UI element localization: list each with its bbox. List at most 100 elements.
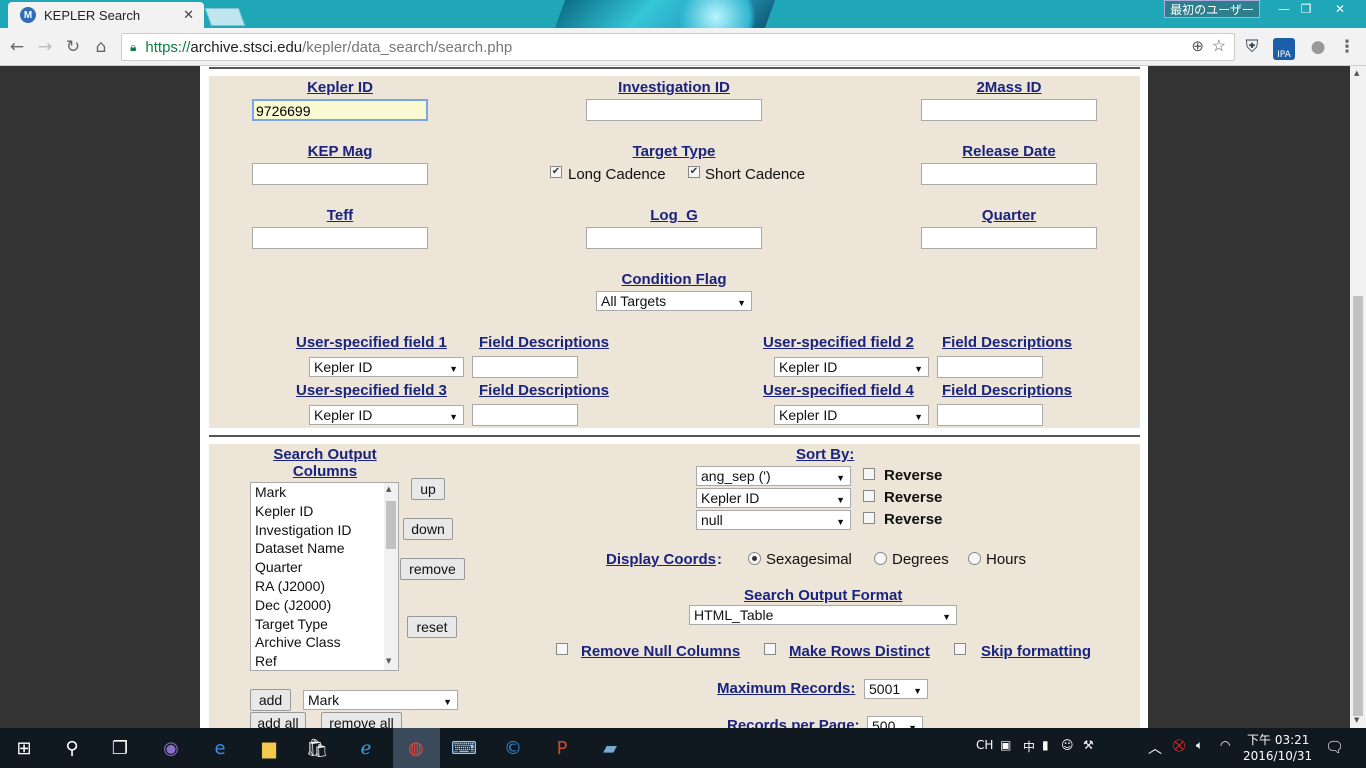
browser-tab[interactable]: M KEPLER Search ✕ <box>8 2 204 28</box>
condition-flag-label[interactable]: Condition Flag <box>586 271 762 288</box>
profile-button[interactable]: 最初のユーザー <box>1164 0 1260 18</box>
max-records-label[interactable]: Maximum Records: <box>717 680 855 697</box>
user-field-2-select[interactable]: Kepler ID <box>774 357 929 378</box>
task-view-icon[interactable]: ❐ <box>108 736 132 760</box>
reset-button[interactable]: reset <box>407 616 457 638</box>
chrome-icon[interactable]: ◍ <box>404 736 428 760</box>
kepler-id-label[interactable]: Kepler ID <box>252 79 428 96</box>
extension-icon[interactable]: ● <box>1308 37 1328 57</box>
output-column-option[interactable]: Kepler ID <box>251 502 398 521</box>
quarter-input[interactable] <box>921 227 1097 249</box>
edge-icon[interactable]: e <box>208 736 232 760</box>
back-icon[interactable]: ← <box>7 37 27 57</box>
clock-date[interactable]: 2016/10/31 <box>1243 749 1312 763</box>
kepler-id-input[interactable]: 9726699 <box>252 99 428 121</box>
output-column-option[interactable]: Quarter <box>251 558 398 577</box>
tray-expand-icon[interactable]: ︿ <box>1148 738 1162 758</box>
kep-mag-label[interactable]: KEP Mag <box>252 143 428 160</box>
distinct-checkbox[interactable] <box>764 643 776 655</box>
log-g-label[interactable]: Log_G <box>586 207 762 224</box>
ime-half-width-icon[interactable]: ▮ <box>1042 738 1049 752</box>
antivirus-icon[interactable]: ⛒ <box>1173 738 1185 753</box>
ime-tools-icon[interactable]: ⚒ <box>1083 738 1094 752</box>
address-bar[interactable]: 🔒︎ https:// archive.stsci.edu /kepler/da… <box>121 33 1235 61</box>
skip-format-label[interactable]: Skip formatting <box>981 643 1091 660</box>
output-column-option[interactable]: Dec (J2000) <box>251 596 398 615</box>
ime-lang-indicator[interactable]: 中 <box>1023 738 1035 755</box>
store-icon[interactable]: 🛍︎ <box>305 736 329 760</box>
remove-null-label[interactable]: Remove Null Columns <box>581 643 740 660</box>
search-output-columns-label[interactable]: Search Output Columns <box>250 446 400 480</box>
reverse-checkbox-2[interactable] <box>863 490 875 502</box>
remove-button[interactable]: remove <box>400 558 465 580</box>
reverse-checkbox-3[interactable] <box>863 512 875 524</box>
field-descriptions-1-link[interactable]: Field Descriptions <box>479 334 609 351</box>
bookmark-star-icon[interactable]: ☆ <box>1212 36 1226 56</box>
sort-select-2[interactable]: Kepler ID <box>696 488 851 509</box>
search-icon[interactable]: ⚲ <box>60 736 84 760</box>
log-g-input[interactable] <box>586 227 762 249</box>
investigation-id-label[interactable]: Investigation ID <box>586 79 762 96</box>
twomass-id-label[interactable]: 2Mass ID <box>921 79 1097 96</box>
new-tab-button[interactable] <box>204 8 246 26</box>
field-descriptions-4-link[interactable]: Field Descriptions <box>942 382 1072 399</box>
page-scroll-thumb[interactable] <box>1353 296 1363 716</box>
clock-time[interactable]: 下午 03:21 <box>1247 731 1309 748</box>
field-descriptions-3-link[interactable]: Field Descriptions <box>479 382 609 399</box>
user-field-1-label[interactable]: User-specified field 1 <box>296 334 447 351</box>
add-column-select[interactable]: Mark <box>303 690 458 711</box>
forward-icon[interactable]: → <box>35 37 55 57</box>
notification-center-icon[interactable]: 🗨︎ <box>1325 738 1344 756</box>
teff-input[interactable] <box>252 227 428 249</box>
down-button[interactable]: down <box>403 518 453 540</box>
close-window-icon[interactable]: ✕ <box>1326 0 1354 18</box>
teff-label[interactable]: Teff <box>252 207 428 224</box>
output-column-option[interactable]: Mark <box>251 483 398 502</box>
condition-flag-select[interactable]: All Targets <box>596 291 752 312</box>
degrees-radio[interactable] <box>874 552 887 565</box>
sort-select-1[interactable]: ang_sep (') <box>696 466 851 487</box>
notes-app-icon[interactable]: ▰ <box>598 736 622 760</box>
ime-character-icon[interactable]: ☺ <box>1061 738 1074 752</box>
internet-explorer-icon[interactable]: ℯ <box>354 736 378 760</box>
powerpoint-icon[interactable]: P <box>550 736 574 760</box>
user-field-4-select[interactable]: Kepler ID <box>774 405 929 426</box>
sort-by-label[interactable]: Sort By: <box>796 446 854 463</box>
sexagesimal-radio[interactable] <box>748 552 761 565</box>
ipa-extension-icon[interactable]: IPA <box>1273 38 1295 60</box>
output-column-option[interactable]: Archive Class <box>251 633 398 652</box>
user-field-1-select[interactable]: Kepler ID <box>309 357 464 378</box>
output-format-label[interactable]: Search Output Format <box>744 587 902 604</box>
distinct-label[interactable]: Make Rows Distinct <box>789 643 930 660</box>
remove-all-button[interactable]: remove all <box>321 712 402 728</box>
quarter-label[interactable]: Quarter <box>921 207 1097 224</box>
file-explorer-icon[interactable]: ▆ <box>257 736 281 760</box>
target-type-label[interactable]: Target Type <box>586 143 762 160</box>
ime-mode-indicator[interactable]: CH <box>976 738 993 752</box>
output-column-option[interactable]: Investigation ID <box>251 521 398 540</box>
user-field-3-input[interactable] <box>472 404 578 426</box>
wifi-icon[interactable]: ◠ <box>1220 738 1230 752</box>
output-columns-listbox[interactable]: Mark Kepler ID Investigation ID Dataset Nam… <box>250 482 399 671</box>
scroll-up-icon[interactable]: ▲ <box>386 485 391 493</box>
sort-select-3[interactable]: null <box>696 510 851 531</box>
twomass-id-input[interactable] <box>921 99 1097 121</box>
display-coords-label[interactable]: Display Coords <box>606 551 716 568</box>
user-field-3-label[interactable]: User-specified field 3 <box>296 382 447 399</box>
up-button[interactable]: up <box>411 478 445 500</box>
investigation-id-input[interactable] <box>586 99 762 121</box>
menu-icon[interactable]: ⋮ <box>1337 37 1357 57</box>
release-date-input[interactable] <box>921 163 1097 185</box>
remove-null-checkbox[interactable] <box>556 643 568 655</box>
ccleaner-icon[interactable]: © <box>501 736 525 760</box>
zoom-icon[interactable]: ⊕ <box>1191 37 1204 55</box>
long-cadence-checkbox[interactable]: ✔ <box>550 166 562 178</box>
scroll-down-icon[interactable]: ▼ <box>386 657 391 665</box>
kep-mag-input[interactable] <box>252 163 428 185</box>
user-field-4-label[interactable]: User-specified field 4 <box>763 382 914 399</box>
add-all-button[interactable]: add all <box>250 712 306 728</box>
skip-format-checkbox[interactable] <box>954 643 966 655</box>
close-tab-icon[interactable]: ✕ <box>183 7 194 23</box>
add-button[interactable]: add <box>250 689 291 711</box>
max-records-select[interactable]: 5001 <box>864 679 928 700</box>
